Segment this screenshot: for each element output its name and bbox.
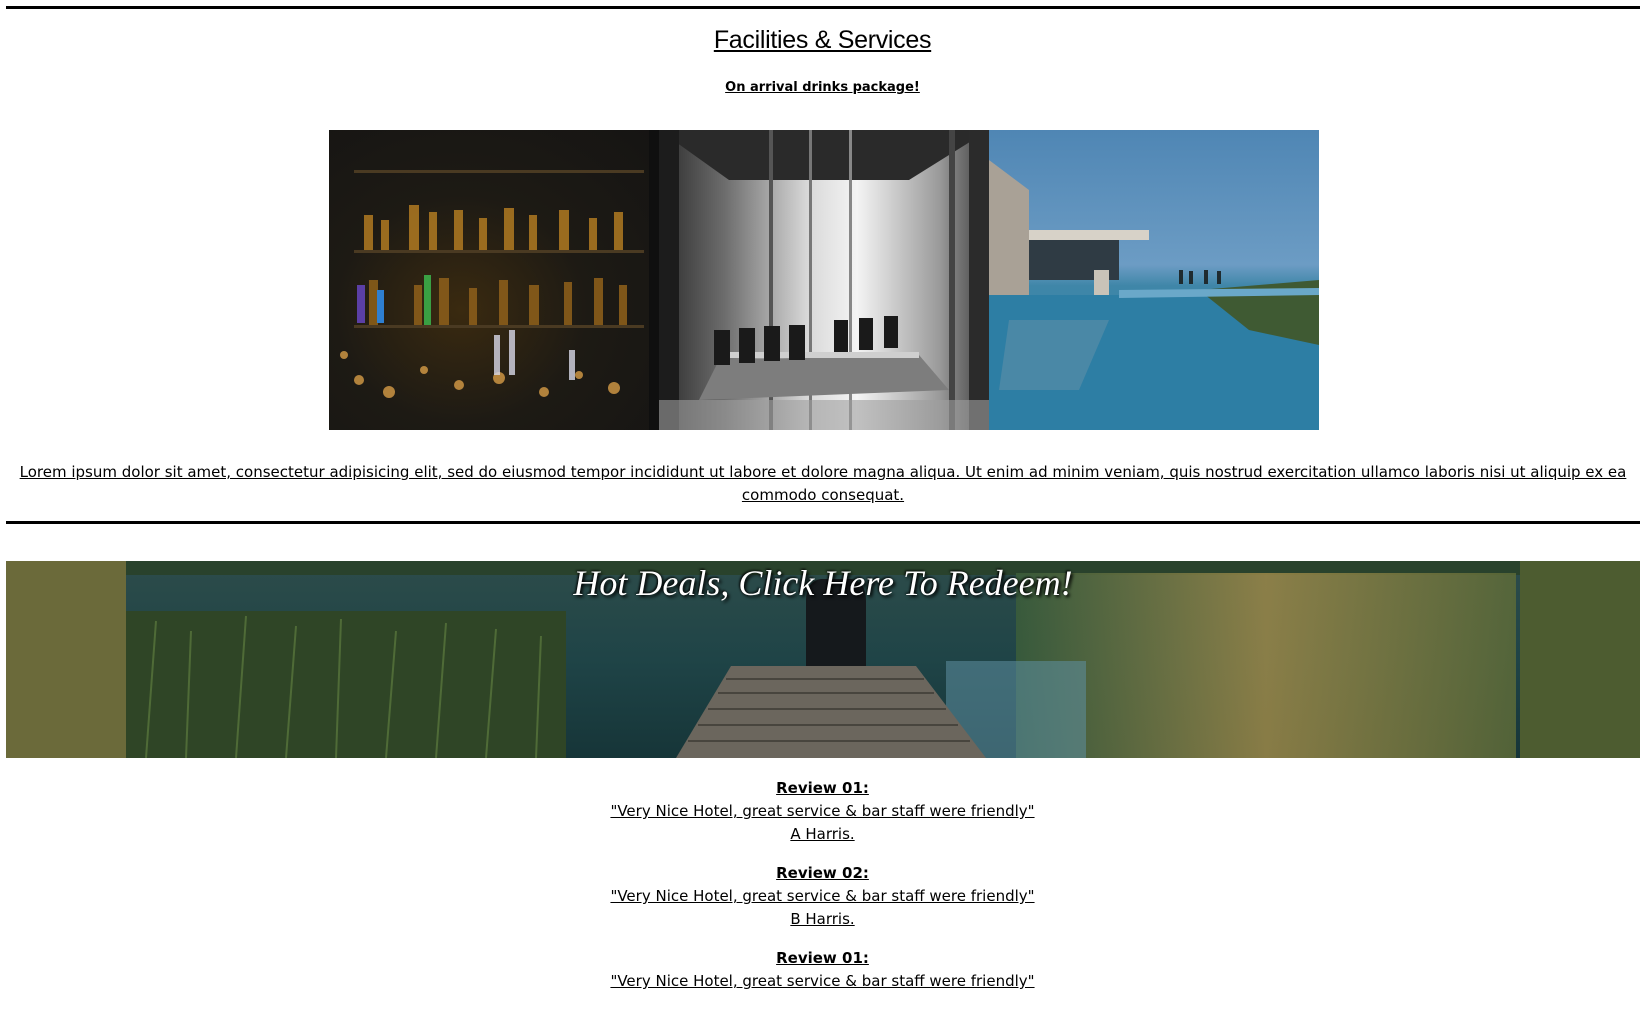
hot-deals-link[interactable]: Hot Deals, Click Here To Redeem!: [6, 561, 1640, 604]
facilities-description: Lorem ipsum dolor sit amet, consectetur …: [19, 463, 1627, 504]
review-item: Review 01: "Very Nice Hotel, great servi…: [0, 777, 1645, 846]
reviews-section: Review 01: "Very Nice Hotel, great servi…: [0, 777, 1645, 1009]
drinks-package-subtitle: On arrival drinks package!: [725, 80, 920, 95]
review-author: B Harris.: [790, 910, 855, 928]
meeting-room-photo: [659, 130, 989, 430]
bar-shelves-photo: [329, 130, 659, 430]
hot-deals-banner[interactable]: Hot Deals, Click Here To Redeem!: [6, 561, 1640, 758]
review-quote: "Very Nice Hotel, great service & bar st…: [610, 802, 1035, 820]
page-title: Facilities & Services: [713, 26, 932, 54]
review-title: Review 02:: [776, 864, 869, 882]
infinity-pool-photo: [989, 130, 1319, 430]
review-quote: "Very Nice Hotel, great service & bar st…: [610, 972, 1035, 990]
review-item: Review 02: "Very Nice Hotel, great servi…: [0, 862, 1645, 931]
review-title: Review 01:: [776, 949, 869, 967]
review-author: A Harris.: [790, 825, 855, 843]
review-title: Review 01:: [776, 779, 869, 797]
review-quote: "Very Nice Hotel, great service & bar st…: [610, 887, 1035, 905]
review-item: Review 01: "Very Nice Hotel, great servi…: [0, 947, 1645, 993]
top-divider: [6, 6, 1640, 9]
facilities-gallery: [329, 130, 1319, 430]
middle-divider: [6, 521, 1640, 524]
